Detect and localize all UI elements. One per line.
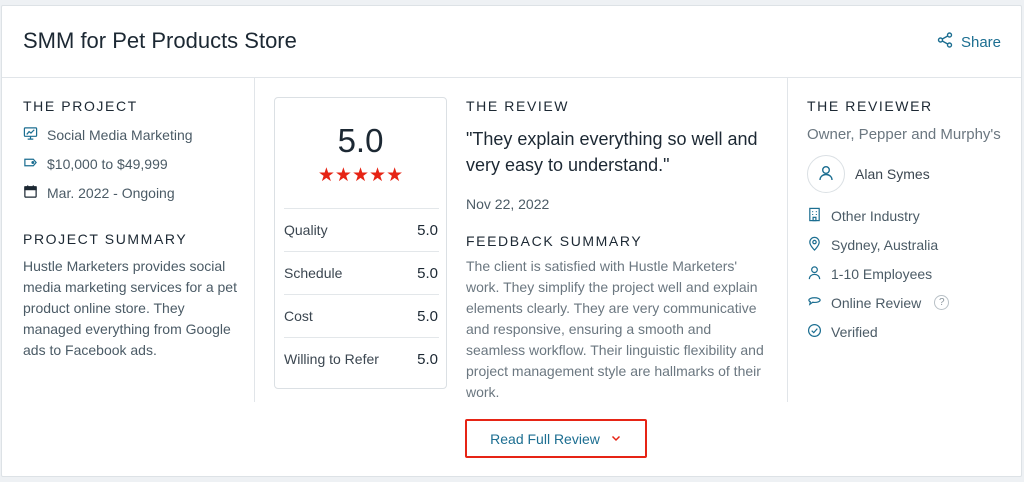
reviewer-company-size-text: 1-10 Employees	[831, 265, 933, 282]
review-heading: THE REVIEW	[466, 98, 570, 114]
project-summary-text: Hustle Marketers provides social media m…	[23, 258, 237, 358]
read-full-review-button[interactable]: Read Full Review	[465, 419, 647, 458]
rating-row-cost: Cost 5.0	[284, 294, 439, 337]
calendar-icon	[23, 184, 38, 202]
review-header: SMM for Pet Products Store Share	[2, 6, 1021, 78]
reviewer-identity: Alan Symes	[807, 155, 1017, 193]
help-icon[interactable]: ?	[934, 295, 950, 310]
chat-bubble-icon	[807, 294, 822, 312]
overall-rating: 5.0	[337, 122, 384, 159]
feedback-summary-text: The client is satisfied with Hustle Mark…	[466, 258, 764, 400]
read-full-review-label: Read Full Review	[490, 430, 600, 447]
location-pin-icon	[807, 236, 822, 254]
project-summary-heading: PROJECT SUMMARY	[23, 231, 188, 247]
rating-row-schedule: Schedule 5.0	[284, 251, 439, 294]
column-divider	[787, 78, 788, 402]
rating-row-quality: Quality 5.0	[284, 208, 439, 251]
monitor-chart-icon	[23, 126, 38, 144]
reviewer-title: Owner, Pepper and Murphy's	[807, 126, 1001, 143]
project-section: THE PROJECT Social Media Marketing $10,0…	[23, 98, 238, 361]
rating-label: Quality	[284, 222, 328, 238]
project-budget: $10,000 to $49,999	[23, 149, 238, 178]
rating-value: 5.0	[417, 221, 438, 239]
rating-row-willing-to-refer: Willing to Refer 5.0	[284, 337, 439, 380]
star-icon: ★	[369, 165, 387, 186]
review-quote: "They explain everything so well and ver…	[466, 129, 758, 175]
rating-box: 5.0 ★★★★★ Quality 5.0 Schedule 5.0 Cost …	[274, 97, 447, 389]
reviewer-review-source: Online Review ?	[807, 288, 1017, 317]
rating-label: Schedule	[284, 265, 343, 281]
project-budget-text: $10,000 to $49,999	[47, 155, 168, 172]
feedback-summary-heading: FEEDBACK SUMMARY	[466, 233, 643, 249]
reviewer-review-source-text: Online Review	[831, 294, 922, 311]
reviewer-industry: Other Industry	[807, 201, 1017, 230]
rating-value: 5.0	[417, 307, 438, 325]
project-dates-text: Mar. 2022 - Ongoing	[47, 184, 175, 201]
column-divider	[254, 78, 255, 402]
person-icon	[807, 265, 822, 283]
chevron-down-icon	[610, 431, 622, 447]
star-icon: ★	[386, 165, 404, 186]
project-dates: Mar. 2022 - Ongoing	[23, 178, 238, 207]
price-tag-icon	[23, 155, 38, 173]
review-card: SMM for Pet Products Store Share THE PRO…	[1, 5, 1022, 477]
rating-breakdown: Quality 5.0 Schedule 5.0 Cost 5.0 Willin…	[284, 208, 439, 380]
rating-label: Willing to Refer	[284, 351, 379, 367]
avatar	[807, 155, 845, 193]
user-icon	[817, 164, 835, 185]
reviewer-verified: Verified	[807, 317, 1017, 346]
reviewer-heading: THE REVIEWER	[807, 98, 933, 114]
building-icon	[807, 207, 822, 225]
reviewer-company-size: 1-10 Employees	[807, 259, 1017, 288]
review-title: SMM for Pet Products Store	[23, 28, 297, 53]
star-icon: ★	[334, 165, 352, 186]
project-heading: THE PROJECT	[23, 98, 138, 114]
share-button[interactable]: Share	[937, 32, 1001, 52]
star-icon: ★	[317, 165, 335, 186]
reviewer-industry-text: Other Industry	[831, 207, 920, 224]
check-circle-icon	[807, 323, 822, 341]
reviewer-location: Sydney, Australia	[807, 230, 1017, 259]
reviewer-location-text: Sydney, Australia	[831, 236, 939, 253]
share-icon	[937, 32, 953, 52]
reviewer-name: Alan Symes	[855, 166, 930, 182]
star-rating: ★★★★★	[275, 164, 446, 187]
reviewer-section: THE REVIEWER Owner, Pepper and Murphy's …	[807, 98, 1017, 346]
project-service-text: Social Media Marketing	[47, 126, 193, 143]
project-service: Social Media Marketing	[23, 120, 238, 149]
rating-value: 5.0	[417, 264, 438, 282]
share-label: Share	[960, 33, 1001, 51]
review-date: Nov 22, 2022	[466, 196, 550, 212]
rating-label: Cost	[284, 308, 313, 324]
review-section: THE REVIEW "They explain everything so w…	[466, 98, 771, 403]
star-icon: ★	[351, 165, 370, 186]
reviewer-verified-text: Verified	[831, 323, 878, 340]
rating-value: 5.0	[417, 350, 438, 368]
